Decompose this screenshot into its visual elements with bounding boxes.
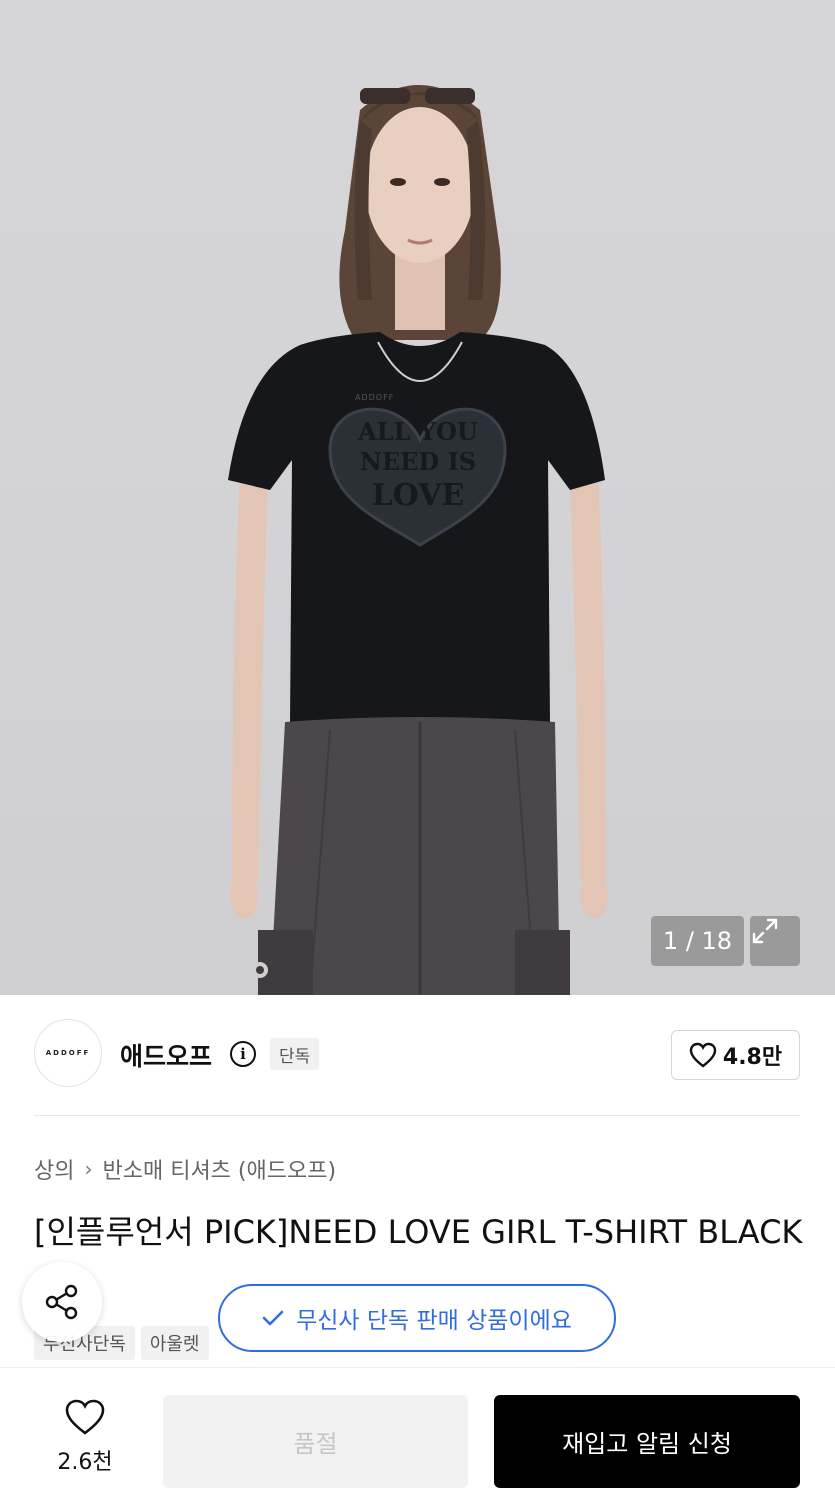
chevron-right-icon: › — [84, 1157, 93, 1181]
product-page: ALL YOU NEED IS LOVE ADDOFF 1 / 18 ADDOF… — [0, 0, 835, 1500]
brand-logo[interactable]: ADDOFF — [34, 1019, 102, 1087]
info-icon[interactable]: i — [230, 1041, 256, 1067]
shirt-print-line2: NEED IS — [360, 447, 476, 476]
share-button[interactable] — [22, 1262, 102, 1342]
brand-like-count: 4.8만 — [722, 1045, 783, 1070]
brand-row: ADDOFF 애드오프 i 단독 4.8만 — [0, 995, 835, 1115]
shirt-print-line3: LOVE — [372, 478, 465, 513]
divider — [34, 1115, 800, 1116]
shirt-print-line1: ALL YOU — [357, 417, 478, 446]
heart-icon — [689, 1042, 717, 1068]
exclusive-badge: 단독 — [270, 1038, 320, 1070]
breadcrumb: 상의 › 반소매 티셔츠 (애드오프) — [34, 1153, 336, 1185]
product-photo: ALL YOU NEED IS LOVE ADDOFF — [228, 85, 608, 995]
share-icon — [45, 1284, 78, 1320]
restock-alert-button[interactable]: 재입고 알림 신청 — [494, 1395, 800, 1488]
bottom-action-bar: 2.6천 품절 재입고 알림 신청 — [0, 1368, 835, 1500]
product-title: [인플루언서 PICK]NEED LOVE GIRL T-SHIRT BLACK — [34, 1213, 803, 1251]
brand-name[interactable]: 애드오프 — [120, 1037, 212, 1073]
check-icon — [262, 1310, 284, 1326]
exclusive-toast: 무신사 단독 판매 상품이에요 — [218, 1284, 616, 1352]
expand-icon — [752, 918, 778, 944]
shirt-print-brand: ADDOFF — [355, 393, 394, 402]
brand-like-button[interactable]: 4.8만 — [671, 1030, 800, 1080]
image-counter: 1 / 18 — [651, 916, 744, 966]
wishlist-button[interactable]: 2.6천 — [40, 1398, 130, 1476]
heart-icon — [65, 1399, 105, 1435]
tag-outlet: 아울렛 — [140, 1326, 209, 1360]
wishlist-count: 2.6천 — [57, 1450, 113, 1475]
toast-text: 무신사 단독 판매 상품이에요 — [296, 1308, 572, 1334]
expand-button[interactable] — [750, 916, 800, 966]
breadcrumb-category[interactable]: 상의 — [34, 1153, 74, 1185]
product-image-gallery[interactable]: ALL YOU NEED IS LOVE ADDOFF 1 / 18 — [0, 0, 835, 995]
breadcrumb-subcategory[interactable]: 반소매 티셔츠 (애드오프) — [102, 1153, 336, 1185]
soldout-button[interactable]: 품절 — [163, 1395, 468, 1488]
